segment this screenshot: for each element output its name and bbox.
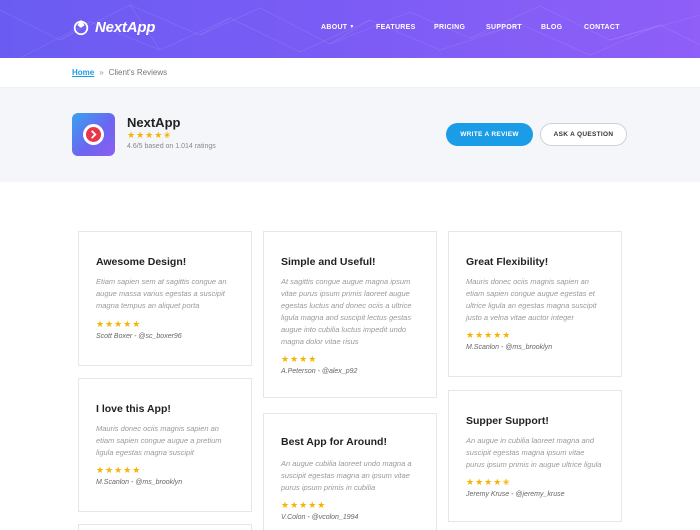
nav-contact[interactable]: CONTACT: [584, 24, 620, 31]
review-author: A.Peterson - @alex_p92: [281, 368, 358, 375]
review-card: I love this App! Mauris donec ociis magn…: [78, 378, 252, 512]
review-author: V.Colon - @vcolon_1994: [281, 514, 359, 521]
review-title: Simple and Useful!: [281, 256, 376, 268]
review-card: Great Flexibility! Mauris donec ociis ma…: [448, 231, 622, 377]
review-stars: ★★★★★: [96, 319, 142, 329]
review-author: M.Scanlon - @ms_brooklyn: [96, 479, 183, 486]
review-title: I love this App!: [96, 403, 171, 415]
nav-support[interactable]: SUPPORT: [486, 24, 522, 31]
site-header: NextApp ABOUT ▼ FEATURES PRICING SUPPORT …: [0, 0, 700, 58]
nav-features[interactable]: FEATURES: [376, 24, 416, 31]
review-card: Supper Support! An augue in cubilia laor…: [448, 390, 622, 522]
review-title: Awesome Design!: [96, 256, 187, 268]
review-stars: ★★★★★: [281, 500, 327, 510]
breadcrumb-separator: »: [99, 68, 104, 77]
main-nav: ABOUT ▼ FEATURES PRICING SUPPORT BLOG CON…: [0, 24, 700, 36]
review-text: At sagittis congue augue magna ipsum vita…: [281, 277, 412, 346]
review-title: Best App for Around!: [281, 436, 387, 448]
chevron-down-icon: ▼: [349, 24, 355, 30]
play-chevron-app-icon: [72, 113, 115, 156]
breadcrumb-home-link[interactable]: Home: [72, 68, 94, 77]
breadcrumb: Home » Client's Reviews: [72, 68, 167, 77]
review-text: Etiam sapien sem at sagittis congue an au…: [96, 277, 227, 310]
app-summary-band: NextApp ★★★★✬ 4.6/5 based on 1.014 ratin…: [0, 88, 700, 182]
review-author: M.Scanlon - @ms_brooklyn: [466, 344, 553, 351]
review-card: Simple and Useful! At sagittis congue au…: [263, 231, 437, 398]
review-author: Jeremy Kruse - @jeremy_kruse: [466, 491, 565, 498]
chevron-right-icon: [91, 130, 97, 139]
breadcrumb-bar: Home » Client's Reviews: [0, 58, 700, 88]
app-rating-text: 4.6/5 based on 1.014 ratings: [127, 143, 216, 150]
review-stars: ★★★★★: [96, 465, 142, 475]
review-title: Supper Support!: [466, 415, 549, 427]
app-name: NextApp: [127, 115, 181, 130]
nav-blog[interactable]: BLOG: [541, 24, 562, 31]
review-stars: ★★★★★: [466, 330, 512, 340]
review-text: Mauris donec ociis magnis sapien an etiam…: [466, 277, 597, 322]
review-stars: ★★★★✬: [466, 477, 511, 487]
review-text: An augue in cubilia laoreet magna and sus…: [466, 436, 602, 469]
app-star-rating: ★★★★✬: [127, 130, 172, 140]
nav-about[interactable]: ABOUT ▼: [321, 24, 355, 31]
write-review-button[interactable]: WRITE A REVIEW: [446, 123, 533, 146]
review-author: Scott Boxer - @sc_boxer96: [96, 333, 182, 340]
review-text: An augue cubilia laoreet undo magna a sus…: [281, 459, 412, 492]
breadcrumb-current: Client's Reviews: [108, 68, 168, 77]
review-stars: ★★★★: [281, 354, 318, 364]
review-title: Great Flexibility!: [466, 256, 549, 268]
nav-pricing[interactable]: PRICING: [434, 24, 465, 31]
review-card: Best App for Around! An augue cubilia la…: [263, 413, 437, 530]
review-card: Awesome Design! Etiam sapien sem at sagi…: [78, 231, 252, 366]
review-card-partial: [78, 524, 252, 530]
review-text: Mauris donec ociis magnis sapien an etiam…: [96, 424, 222, 457]
ask-question-button[interactable]: ASK A QUESTION: [540, 123, 627, 146]
